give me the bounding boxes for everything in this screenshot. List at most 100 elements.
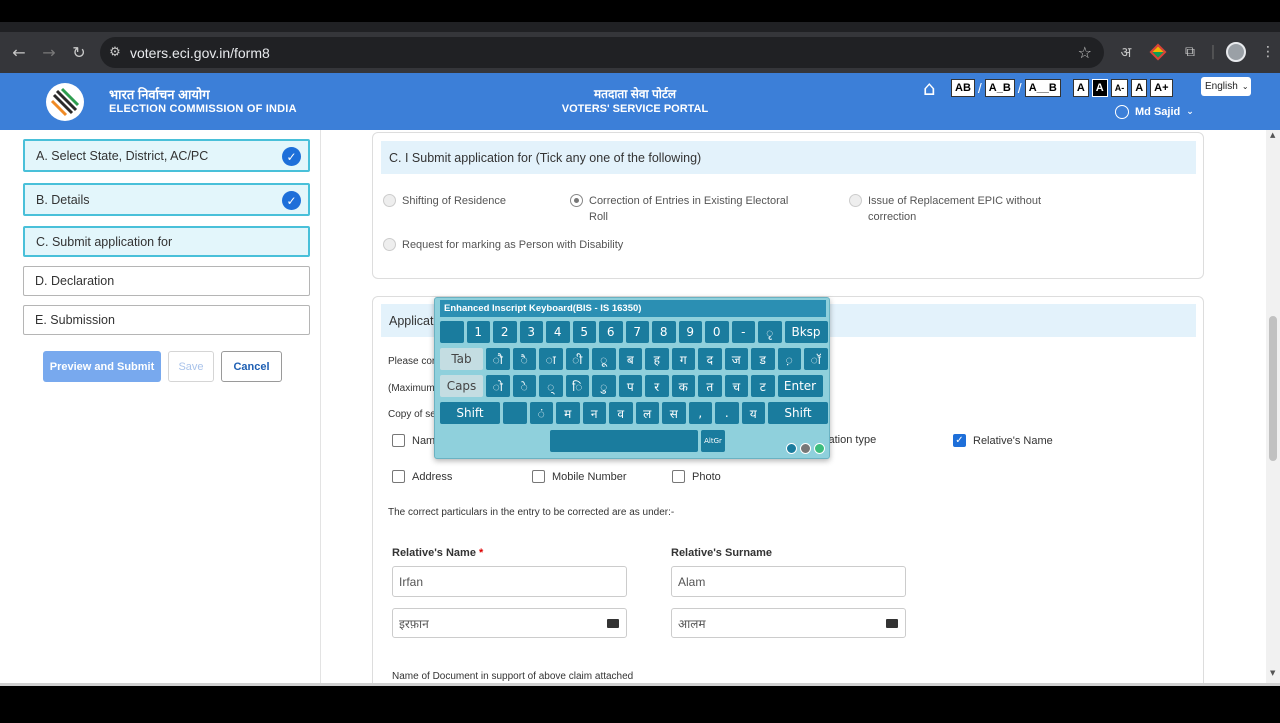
- checkbox-checked[interactable]: ✓: [953, 434, 966, 447]
- checkbox-name[interactable]: Nam: [392, 434, 435, 447]
- site-info-icon[interactable]: ⚙: [100, 45, 130, 60]
- key[interactable]: 1: [466, 321, 490, 343]
- key[interactable]: ो: [486, 375, 510, 397]
- radio-button[interactable]: [383, 238, 396, 251]
- key[interactable]: य: [741, 402, 765, 424]
- option-disability[interactable]: Request for marking as Person with Disab…: [383, 237, 623, 253]
- checkbox-relatives-name[interactable]: ✓ Relative's Name: [953, 434, 1053, 447]
- key[interactable]: र: [645, 375, 669, 397]
- key[interactable]: ं: [529, 402, 553, 424]
- key[interactable]: म: [556, 402, 580, 424]
- theme-light-button[interactable]: A: [1072, 79, 1089, 97]
- key[interactable]: .: [715, 402, 739, 424]
- key[interactable]: 9: [678, 321, 702, 343]
- key[interactable]: े: [512, 375, 536, 397]
- step-submit-application[interactable]: C. Submit application for: [23, 226, 310, 257]
- scroll-up-icon[interactable]: ▲: [1270, 131, 1275, 139]
- step-details[interactable]: B. Details ✓: [23, 183, 310, 216]
- key[interactable]: ू: [592, 348, 616, 370]
- backspace-key[interactable]: Bksp: [784, 321, 828, 343]
- menu-icon[interactable]: ⋮: [1257, 41, 1279, 63]
- radio-button-selected[interactable]: [570, 194, 583, 207]
- theme-dark-button[interactable]: A: [1091, 79, 1108, 97]
- checkbox[interactable]: [672, 470, 685, 483]
- user-menu[interactable]: Md Sajid ⌄: [1115, 105, 1194, 119]
- key[interactable]: स: [662, 402, 686, 424]
- theme-dot-icon[interactable]: [814, 443, 825, 454]
- key[interactable]: 7: [625, 321, 649, 343]
- key[interactable]: 3: [519, 321, 543, 343]
- key[interactable]: ब: [618, 348, 642, 370]
- checkbox-photo[interactable]: Photo: [672, 470, 721, 483]
- home-icon[interactable]: ⌂: [923, 76, 936, 100]
- key[interactable]: क: [671, 375, 695, 397]
- preview-submit-button[interactable]: Preview and Submit: [43, 351, 161, 382]
- altgr-key[interactable]: AltGr: [701, 430, 725, 452]
- space-key[interactable]: [550, 430, 698, 452]
- back-icon[interactable]: ←: [4, 38, 34, 68]
- extension-icon[interactable]: [1147, 41, 1169, 63]
- checkbox[interactable]: [392, 470, 405, 483]
- radio-button[interactable]: [849, 194, 862, 207]
- relative-surname-input[interactable]: Alam: [671, 566, 906, 597]
- key[interactable]: ै: [512, 348, 536, 370]
- key[interactable]: ड: [751, 348, 775, 370]
- save-button[interactable]: Save: [168, 351, 214, 382]
- step-submission[interactable]: E. Submission: [23, 305, 310, 335]
- key[interactable]: 5: [572, 321, 596, 343]
- checkbox-address[interactable]: Address: [392, 470, 452, 483]
- option-replacement-epic[interactable]: Issue of Replacement EPIC without correc…: [849, 193, 1049, 225]
- key[interactable]: ल: [635, 402, 659, 424]
- font-normal-button[interactable]: A: [1131, 79, 1148, 97]
- key[interactable]: ,: [688, 402, 712, 424]
- font-decrease-button[interactable]: A-: [1110, 79, 1129, 97]
- key[interactable]: 6: [599, 321, 623, 343]
- address-bar[interactable]: ⚙ voters.eci.gov.in/form8 ☆: [100, 37, 1104, 68]
- key[interactable]: ्: [539, 375, 563, 397]
- scroll-thumb[interactable]: [1269, 316, 1277, 461]
- key[interactable]: ृ: [758, 321, 782, 343]
- key[interactable]: -: [731, 321, 755, 343]
- shift-key[interactable]: Shift: [768, 402, 828, 424]
- key[interactable]: ग: [671, 348, 695, 370]
- language-select[interactable]: English ⌄: [1201, 77, 1251, 96]
- key[interactable]: ा: [539, 348, 563, 370]
- key[interactable]: 4: [546, 321, 570, 343]
- radio-button[interactable]: [383, 194, 396, 207]
- star-icon[interactable]: ☆: [1078, 43, 1092, 62]
- relative-name-hindi-input[interactable]: इरफ़ान: [392, 608, 627, 638]
- reload-icon[interactable]: ↻: [64, 38, 94, 68]
- key[interactable]: ौ: [486, 348, 510, 370]
- vertical-scrollbar[interactable]: ▲ ▼: [1266, 130, 1280, 683]
- theme-dot-icon[interactable]: [786, 443, 797, 454]
- step-declaration[interactable]: D. Declaration: [23, 266, 310, 296]
- translate-icon[interactable]: अ: [1115, 41, 1137, 63]
- enter-key[interactable]: Enter: [777, 375, 823, 397]
- key[interactable]: न: [582, 402, 606, 424]
- key[interactable]: त: [698, 375, 722, 397]
- option-shifting[interactable]: Shifting of Residence: [383, 193, 506, 209]
- key[interactable]: ट: [751, 375, 775, 397]
- theme-dot-icon[interactable]: [800, 443, 811, 454]
- key[interactable]: 8: [652, 321, 676, 343]
- key[interactable]: ह: [645, 348, 669, 370]
- spacing-normal-button[interactable]: AB: [951, 79, 975, 97]
- key[interactable]: 2: [493, 321, 517, 343]
- checkbox[interactable]: [392, 434, 405, 447]
- key[interactable]: [440, 321, 464, 343]
- font-increase-button[interactable]: A+: [1150, 79, 1173, 97]
- caps-key[interactable]: Caps: [440, 375, 483, 397]
- profile-icon[interactable]: [1225, 41, 1247, 63]
- step-select-state[interactable]: A. Select State, District, AC/PC ✓: [23, 139, 310, 172]
- key[interactable]: 0: [705, 321, 729, 343]
- key[interactable]: [503, 402, 527, 424]
- spacing-large-button[interactable]: A__B: [1024, 79, 1061, 97]
- keyboard-icon[interactable]: [886, 619, 898, 628]
- spacing-medium-button[interactable]: A_B: [984, 79, 1015, 97]
- scroll-down-icon[interactable]: ▼: [1270, 669, 1275, 677]
- relative-name-input[interactable]: Irfan: [392, 566, 627, 597]
- key[interactable]: प: [618, 375, 642, 397]
- cancel-button[interactable]: Cancel: [221, 351, 282, 382]
- key[interactable]: व: [609, 402, 633, 424]
- key[interactable]: ु: [592, 375, 616, 397]
